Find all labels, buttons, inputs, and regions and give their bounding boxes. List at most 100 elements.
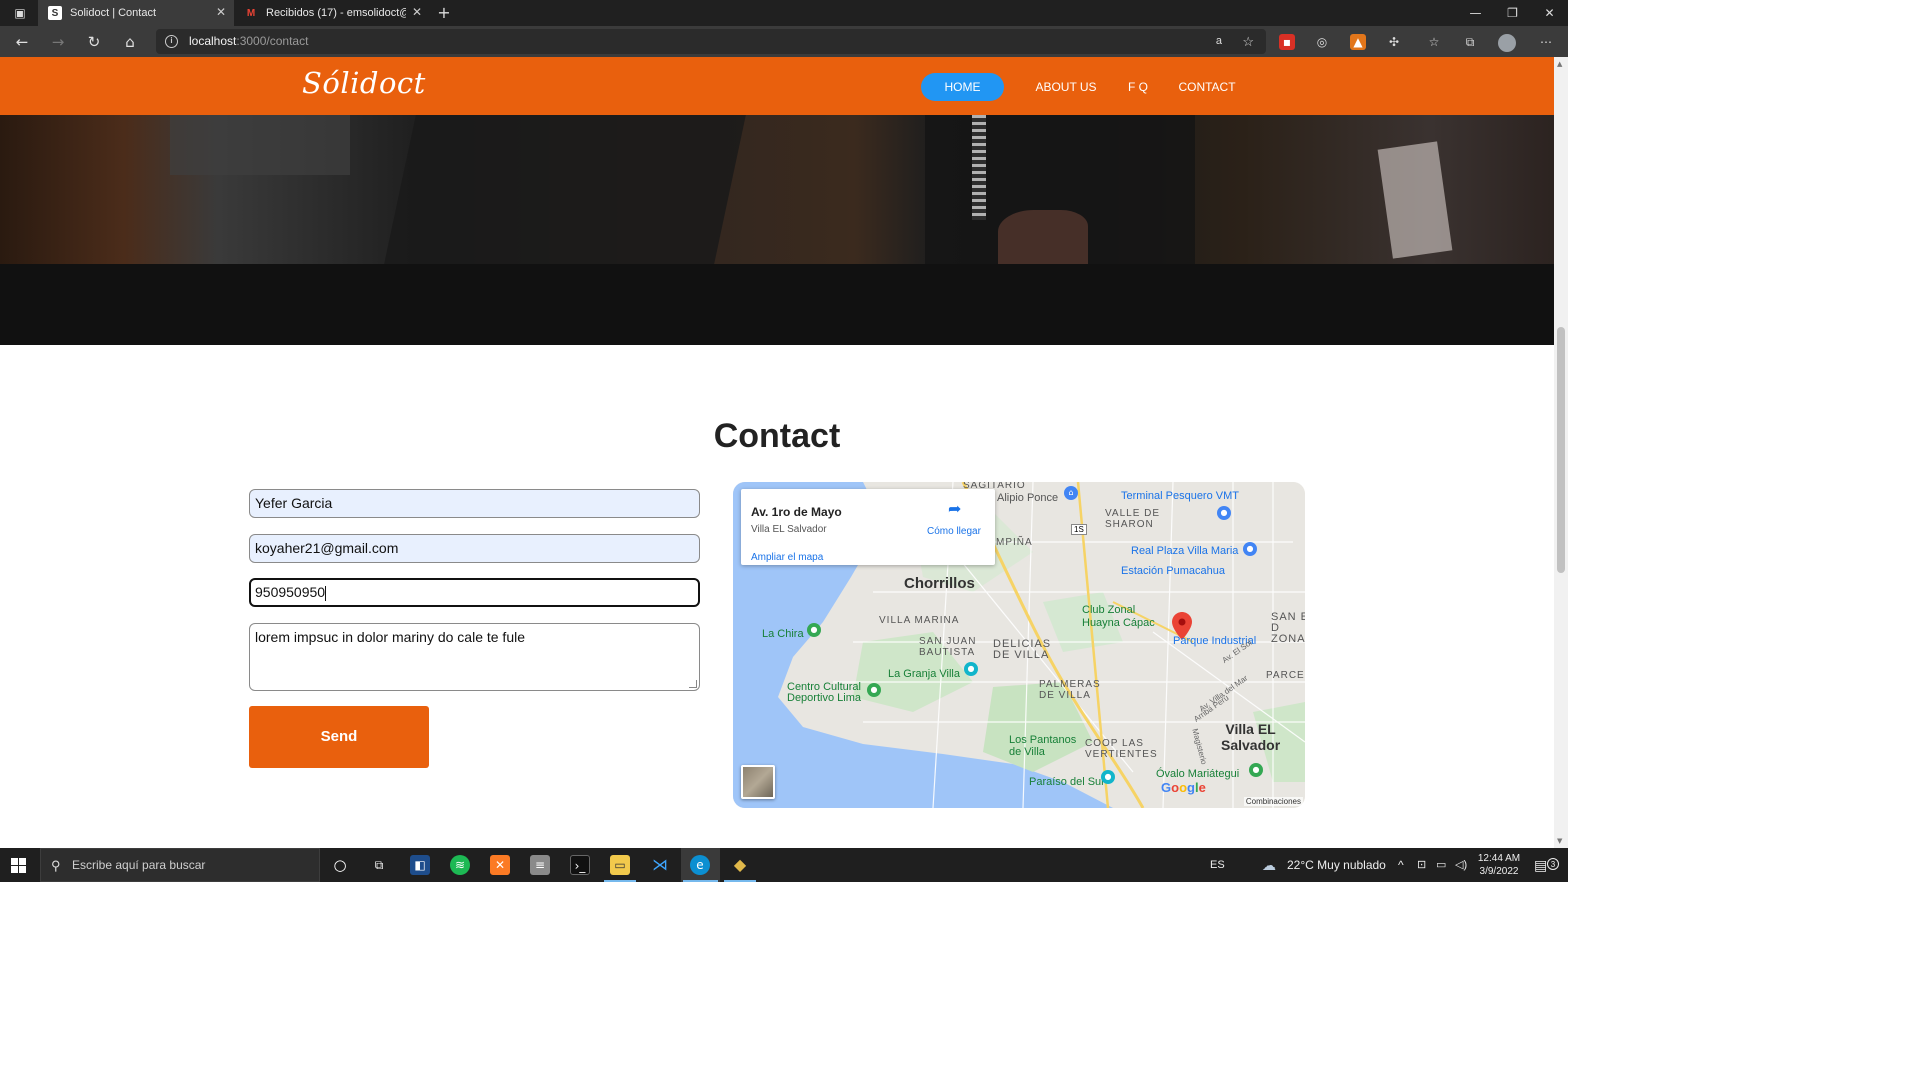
running-indicator xyxy=(683,880,718,882)
tab-solidoct[interactable]: S Solidoct | Contact ✕ xyxy=(38,0,234,26)
camera-icon[interactable]: ⊡ xyxy=(1417,848,1426,882)
extension-circle-icon[interactable]: ◎ xyxy=(1314,34,1330,50)
running-indicator xyxy=(604,880,636,882)
site-info-icon[interactable]: i xyxy=(165,35,178,48)
terminal-icon[interactable]: ›_ xyxy=(570,855,590,875)
home-icon[interactable]: ⌂ xyxy=(120,32,140,52)
scrollbar-thumb[interactable] xyxy=(1557,327,1565,573)
profile-avatar[interactable] xyxy=(1498,34,1516,52)
map-label-sanjuan: SAN JUAN BAUTISTA xyxy=(919,636,977,658)
address-bar[interactable]: i localhost:3000/contact a ☆ xyxy=(156,29,1266,54)
favorite-star-icon[interactable]: ☆ xyxy=(1242,29,1254,54)
restore-icon[interactable]: ❐ xyxy=(1494,0,1531,26)
extension-red-icon[interactable]: ▪ xyxy=(1279,34,1295,50)
nav-about-us[interactable]: ABOUT US xyxy=(1030,73,1102,101)
park-poi-icon: ● xyxy=(1101,770,1115,784)
tab-gmail[interactable]: M Recibidos (17) - emsolidoct@gm ✕ xyxy=(234,0,430,26)
forward-icon[interactable]: → xyxy=(48,32,68,52)
notifications-icon[interactable]: ▤ xyxy=(1534,848,1547,882)
scroll-down-icon[interactable]: ▼ xyxy=(1557,837,1562,845)
hero-dark-band xyxy=(0,264,1554,345)
url-path: :3000/contact xyxy=(236,34,309,48)
file-explorer-icon[interactable]: ▭ xyxy=(610,855,630,875)
monument-poi-icon: ● xyxy=(1249,763,1263,777)
page-scrollbar[interactable]: ▲ ▼ xyxy=(1554,57,1568,848)
network-icon[interactable]: ▭ xyxy=(1436,848,1446,882)
stadium-poi-icon: ● xyxy=(867,683,881,697)
tab-actions-icon[interactable]: ▣ xyxy=(12,5,28,21)
vmware-icon[interactable]: ◧ xyxy=(410,855,430,875)
database-icon[interactable]: ≡ xyxy=(530,855,550,875)
map-label-valle: VALLE DE SHARON xyxy=(1105,508,1161,530)
message-textarea[interactable]: lorem impsuc in dolor mariny do cale te … xyxy=(249,623,700,691)
xampp-icon[interactable]: ✕ xyxy=(490,855,510,875)
enlarge-map-link[interactable]: Ampliar el mapa xyxy=(751,552,823,563)
map-label-villaelsalvador: Villa EL Salvador xyxy=(1221,721,1281,753)
browser-toolbar: ← → ↻ ⌂ i localhost:3000/contact a ☆ ▪ ◎… xyxy=(0,26,1568,57)
cortana-icon[interactable]: ○ xyxy=(330,855,350,875)
google-map[interactable]: SAGITARIO Alipio Ponce ⌂ Terminal Pesque… xyxy=(733,482,1305,808)
back-icon[interactable]: ← xyxy=(12,32,32,52)
directions-link[interactable]: Cómo llegar xyxy=(927,526,981,537)
map-place-title: Av. 1ro de Mayo xyxy=(751,505,842,519)
map-info-card: Av. 1ro de Mayo Villa EL Salvador ➦ Cómo… xyxy=(741,489,995,565)
google-logo: Google xyxy=(1161,780,1206,795)
nav-fq[interactable]: F Q xyxy=(1122,73,1154,101)
name-input[interactable]: Yefer Garcia xyxy=(249,489,700,518)
phone-input[interactable]: 950950950 xyxy=(249,578,700,607)
reload-icon[interactable]: ↻ xyxy=(84,32,104,52)
map-attribution[interactable]: Combinaciones xyxy=(1243,797,1303,806)
map-label-realplaza: Real Plaza Villa Maria xyxy=(1131,545,1239,557)
spotify-icon[interactable]: ≋ xyxy=(450,855,470,875)
close-tab-icon[interactable]: ✕ xyxy=(216,5,226,19)
park-poi-icon: ● xyxy=(964,662,978,676)
task-view-icon[interactable]: ⧉ xyxy=(369,855,389,875)
map-label-ovalo: Óvalo Mariátegui xyxy=(1156,768,1240,780)
new-tab-icon[interactable]: + xyxy=(436,5,452,21)
cloud-weather-icon[interactable]: ☁ xyxy=(1262,848,1276,882)
extensions-puzzle-icon[interactable]: ✣ xyxy=(1386,34,1402,50)
collections-icon[interactable]: ⧉ xyxy=(1462,34,1478,50)
nav-home[interactable]: HOME xyxy=(921,73,1004,101)
taskbar-search[interactable]: ⚲ Escribe aquí para buscar xyxy=(40,848,320,882)
email-input[interactable]: koyaher21@gmail.com xyxy=(249,534,700,563)
map-route-shield: 1S xyxy=(1071,524,1087,535)
system-clock[interactable]: 12:44 AM 3/9/2022 xyxy=(1474,852,1524,878)
minimize-icon[interactable]: — xyxy=(1457,0,1494,26)
volume-icon[interactable]: ◁) xyxy=(1455,848,1467,882)
contact-title: Contact xyxy=(713,417,841,455)
text-caret xyxy=(325,585,327,601)
read-aloud-icon[interactable]: a xyxy=(1216,29,1222,54)
close-window-icon[interactable]: ✕ xyxy=(1531,0,1568,26)
solidoct-favicon-icon: S xyxy=(48,6,62,20)
windows-start-icon[interactable] xyxy=(11,858,26,873)
tab-title: Recibidos (17) - emsolidoct@gm xyxy=(266,7,406,19)
clock-date: 3/9/2022 xyxy=(1479,866,1519,877)
git-kraken-icon[interactable]: ◆ xyxy=(730,855,750,875)
favorites-icon[interactable]: ☆ xyxy=(1426,34,1442,50)
send-button[interactable]: Send xyxy=(249,706,429,768)
resize-handle-icon[interactable] xyxy=(689,680,697,688)
close-tab-icon[interactable]: ✕ xyxy=(412,5,422,19)
map-poi-icon: ● xyxy=(1217,506,1231,520)
running-indicator xyxy=(724,880,756,882)
park-poi-icon: ● xyxy=(807,623,821,637)
map-label-clubzonal: Club Zonal Huayna Cápac xyxy=(1082,604,1155,629)
site-logo[interactable]: Sólidoct xyxy=(302,66,426,100)
map-label-sanzona: SAN E D ZONA xyxy=(1271,611,1305,645)
vscode-icon[interactable]: ⋊ xyxy=(650,855,670,875)
clock-time: 12:44 AM xyxy=(1477,853,1521,864)
satellite-toggle[interactable] xyxy=(741,765,775,799)
chevron-up-icon[interactable]: ^ xyxy=(1398,848,1404,882)
map-label-chorrillos: Chorrillos xyxy=(904,575,975,592)
more-menu-icon[interactable]: ⋯ xyxy=(1538,34,1554,50)
notification-count-badge: 3 xyxy=(1547,858,1559,870)
scroll-up-icon[interactable]: ▲ xyxy=(1557,60,1562,68)
weather-text[interactable]: 22°C Muy nublado xyxy=(1287,848,1386,882)
edge-browser-icon[interactable]: e xyxy=(690,855,710,875)
directions-icon[interactable]: ➦ xyxy=(948,499,966,519)
map-label-parcel: PARCEL xyxy=(1266,670,1305,681)
nav-contact[interactable]: CONTACT xyxy=(1172,73,1242,101)
metamask-extension-icon[interactable]: ▲ xyxy=(1350,34,1366,50)
language-indicator[interactable]: ES xyxy=(1210,848,1225,882)
